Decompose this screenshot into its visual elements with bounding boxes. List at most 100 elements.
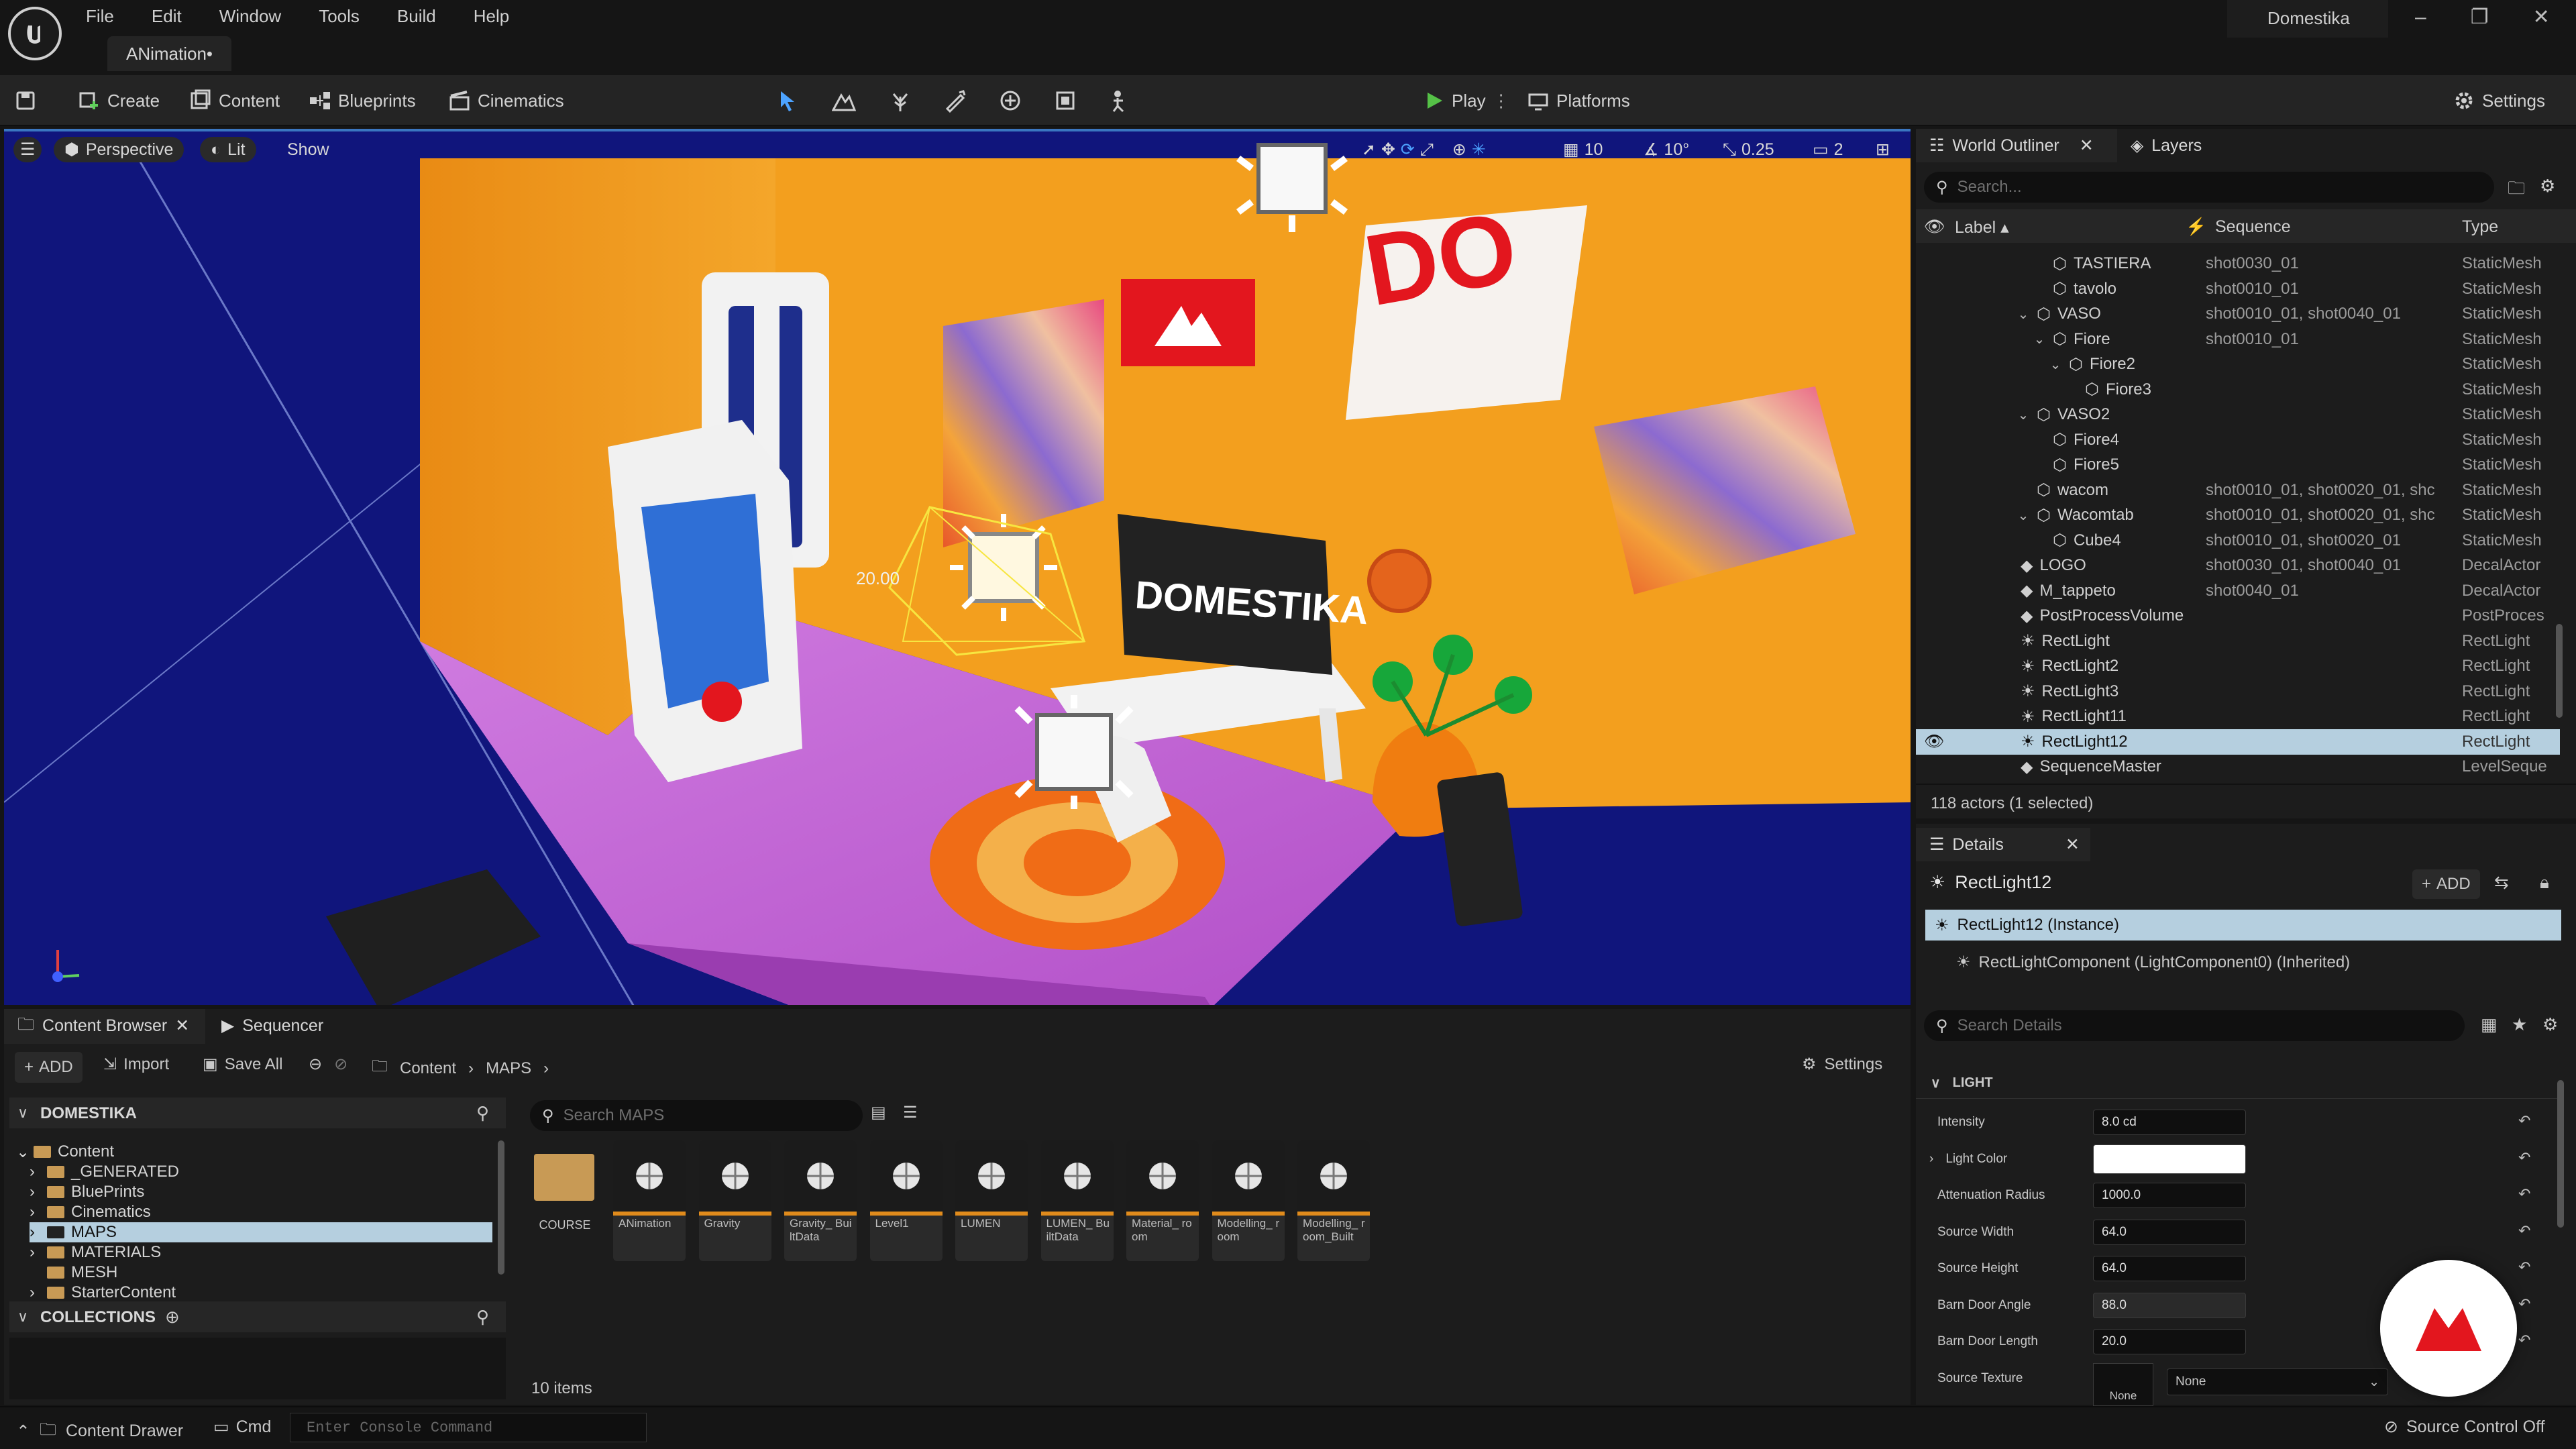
outliner-row[interactable]: 👁 ☀ RectLight12 RectLight [1916,729,2560,755]
cinematics-button[interactable]: Cinematics [448,85,564,117]
save-search-icon[interactable]: ▤ [871,1103,886,1122]
property-value-field[interactable]: 20.0 [2093,1329,2246,1354]
close-window-button[interactable]: ✕ [2533,5,2550,29]
folder-tree-item[interactable]: › MAPS [30,1222,492,1242]
reset-to-default-icon[interactable]: ↶ [2518,1112,2530,1130]
expand-light-color-icon[interactable]: › [1929,1152,1933,1167]
tree-chevron-icon[interactable]: › [30,1203,40,1222]
brush-edit-icon[interactable] [1051,86,1080,115]
menu-help[interactable]: Help [474,6,509,27]
folder-tree-item[interactable]: MESH [30,1263,117,1283]
property-value-field[interactable]: 8.0 cd [2093,1110,2246,1135]
layers-tab[interactable]: ◈ Layers [2131,129,2202,162]
minimize-button[interactable]: – [2415,6,2426,29]
play-options-icon[interactable]: ⋮ [1493,91,1510,111]
outliner-row[interactable]: ⬡ tavolo shot0010_01 StaticMesh [1916,276,2560,302]
map-asset-tile[interactable]: Material_ room [1126,1140,1199,1261]
menu-build[interactable]: Build [397,6,436,27]
outliner-row[interactable]: ☀ RectLight3 RectLight [1916,679,2560,704]
fracture-mode-icon[interactable] [996,86,1025,115]
folder-tree-item[interactable]: › StarterContent [30,1283,176,1303]
tree-chevron-icon[interactable]: ⌄ [16,1142,30,1162]
reset-to-default-icon[interactable]: ↶ [2518,1258,2530,1276]
create-button[interactable]: Create [78,85,160,117]
reset-to-default-icon[interactable]: ↶ [2518,1222,2530,1240]
outliner-row[interactable]: ◆ PostProcessVolume PostProces [1916,603,2560,629]
folder-tree-item[interactable]: › MATERIALS [30,1242,161,1263]
save-all-button[interactable]: ▣ Save All [203,1055,282,1074]
perspective-button[interactable]: ⬢ Perspective [54,137,184,162]
cmd-button[interactable]: ▭ Cmd [213,1417,271,1437]
expand-chevron-icon[interactable]: ⌄ [2049,356,2062,373]
property-value-field[interactable]: 64.0 [2093,1219,2246,1245]
outliner-row[interactable]: ☀ RectLight2 RectLight [1916,653,2560,679]
folder-tree-item[interactable]: ⌄ Content [16,1142,114,1162]
scale-tool-icon[interactable]: ⤢ [1420,140,1434,160]
viewport-layout-button[interactable]: ⊞ [1876,137,1890,162]
outliner-row[interactable]: ⬡ Cube4 shot0010_01, shot0020_01 StaticMesh [1916,528,2560,553]
foliage-mode-icon[interactable] [885,86,915,115]
outliner-row[interactable]: ◆ M_tappeto shot0040_01 DecalActor [1916,578,2560,604]
course-folder[interactable]: COURSE [531,1140,598,1234]
outliner-row[interactable]: ⬡ wacom shot0010_01, shot0020_01, shc Stati… [1916,478,2560,503]
outliner-settings-icon[interactable]: ⚙ [2540,176,2555,197]
move-tool-icon[interactable]: ✥ [1381,140,1395,160]
outliner-row[interactable]: ⌄ ⬡ Wacomtab shot0010_01, shot0020_01, shc S… [1916,502,2560,528]
label-column-header[interactable]: Label ▴ [1955,217,2009,237]
animation-mode-icon[interactable] [1106,86,1135,115]
outliner-row[interactable]: ⬡ Fiore5 StaticMesh [1916,452,2560,478]
details-search-input[interactable]: ⚲ Search Details [1924,1010,2465,1041]
light-color-swatch[interactable] [2093,1144,2246,1174]
view-mode-button[interactable]: ◐ Lit [200,137,256,162]
tree-chevron-icon[interactable]: › [30,1283,40,1302]
property-value-field[interactable]: 88.0 [2093,1292,2246,1318]
content-settings-button[interactable]: ⚙ Settings [1802,1055,1882,1074]
folder-tree-item[interactable]: › Cinematics [30,1202,151,1222]
tree-chevron-icon[interactable]: › [30,1183,40,1201]
menu-edit[interactable]: Edit [152,6,182,27]
map-asset-tile[interactable]: Level1 [869,1140,943,1261]
settings-button[interactable]: Settings [2453,85,2545,117]
details-tab[interactable]: ☰ Details ✕ [1929,828,2080,861]
close-content-browser-icon[interactable]: ✕ [175,1016,189,1036]
map-asset-tile[interactable]: Gravity_ BuiltData [784,1140,857,1261]
tree-scrollbar[interactable] [498,1140,504,1275]
close-tab-icon[interactable]: ✕ [2080,136,2094,156]
map-asset-tile[interactable]: LUMEN [955,1140,1028,1261]
table-view-icon[interactable]: ▦ [2481,1014,2498,1035]
outliner-row[interactable]: ⬡ TASTIERA shot0030_01 StaticMesh [1916,251,2560,276]
menu-file[interactable]: File [86,6,114,27]
breadcrumb-end-icon[interactable]: › [543,1059,549,1078]
console-input[interactable]: Enter Console Command [290,1413,647,1442]
world-space-icon[interactable]: ⊕ [1452,140,1466,160]
folder-tree-item[interactable]: › BluePrints [30,1182,144,1202]
rotate-tool-icon[interactable]: ⟳ [1401,140,1415,160]
folder-tree-item[interactable]: › _GENERATED [30,1162,179,1182]
reset-to-default-icon[interactable]: ↶ [2518,1149,2530,1167]
breadcrumb-content[interactable]: Content [400,1059,456,1078]
select-mode-icon[interactable] [773,86,802,115]
blueprints-button[interactable]: Blueprints [309,85,416,117]
restore-button[interactable]: ❐ [2471,5,2489,29]
visibility-eye-icon[interactable]: 👁 [1924,732,1944,751]
content-drawer-button[interactable]: ⌃ 🗀 Content Drawer [16,1417,183,1446]
outliner-row[interactable]: ◆ SequenceMaster LevelSeque [1916,754,2560,780]
map-asset-tile[interactable]: ANimation [613,1140,686,1261]
property-value-field[interactable]: 64.0 [2093,1256,2246,1281]
scale-snap-toggle[interactable]: ⤡ 0.25 [1723,137,1774,162]
platforms-button[interactable]: Platforms [1527,85,1630,117]
add-collection-icon[interactable]: ⊕ [165,1307,180,1328]
add-folder-icon[interactable]: 🗀 [2508,176,2525,205]
instance-row[interactable]: ☀ RectLight12 (Instance) [1925,910,2561,941]
collections-header[interactable]: ∨ COLLECTIONS ⊕ ⚲ [9,1301,506,1332]
sequence-column-header[interactable]: Sequence [2215,217,2291,237]
outliner-row[interactable]: ⌄ ⬡ Fiore shot0010_01 StaticMesh [1916,327,2560,352]
filter-icon[interactable]: ☰ [903,1103,918,1122]
lock-icon[interactable]: 🔒︎ [2540,872,2549,894]
outliner-row[interactable]: ◆ LOGO shot0030_01, shot0040_01 DecalActor [1916,553,2560,578]
unreal-logo-icon[interactable] [8,7,62,60]
details-scrollbar[interactable] [2557,1080,2564,1228]
source-texture-select[interactable]: None ⌄ [2167,1368,2388,1395]
expand-chevron-icon[interactable]: ⌄ [2017,507,2030,524]
menu-window[interactable]: Window [219,6,281,27]
